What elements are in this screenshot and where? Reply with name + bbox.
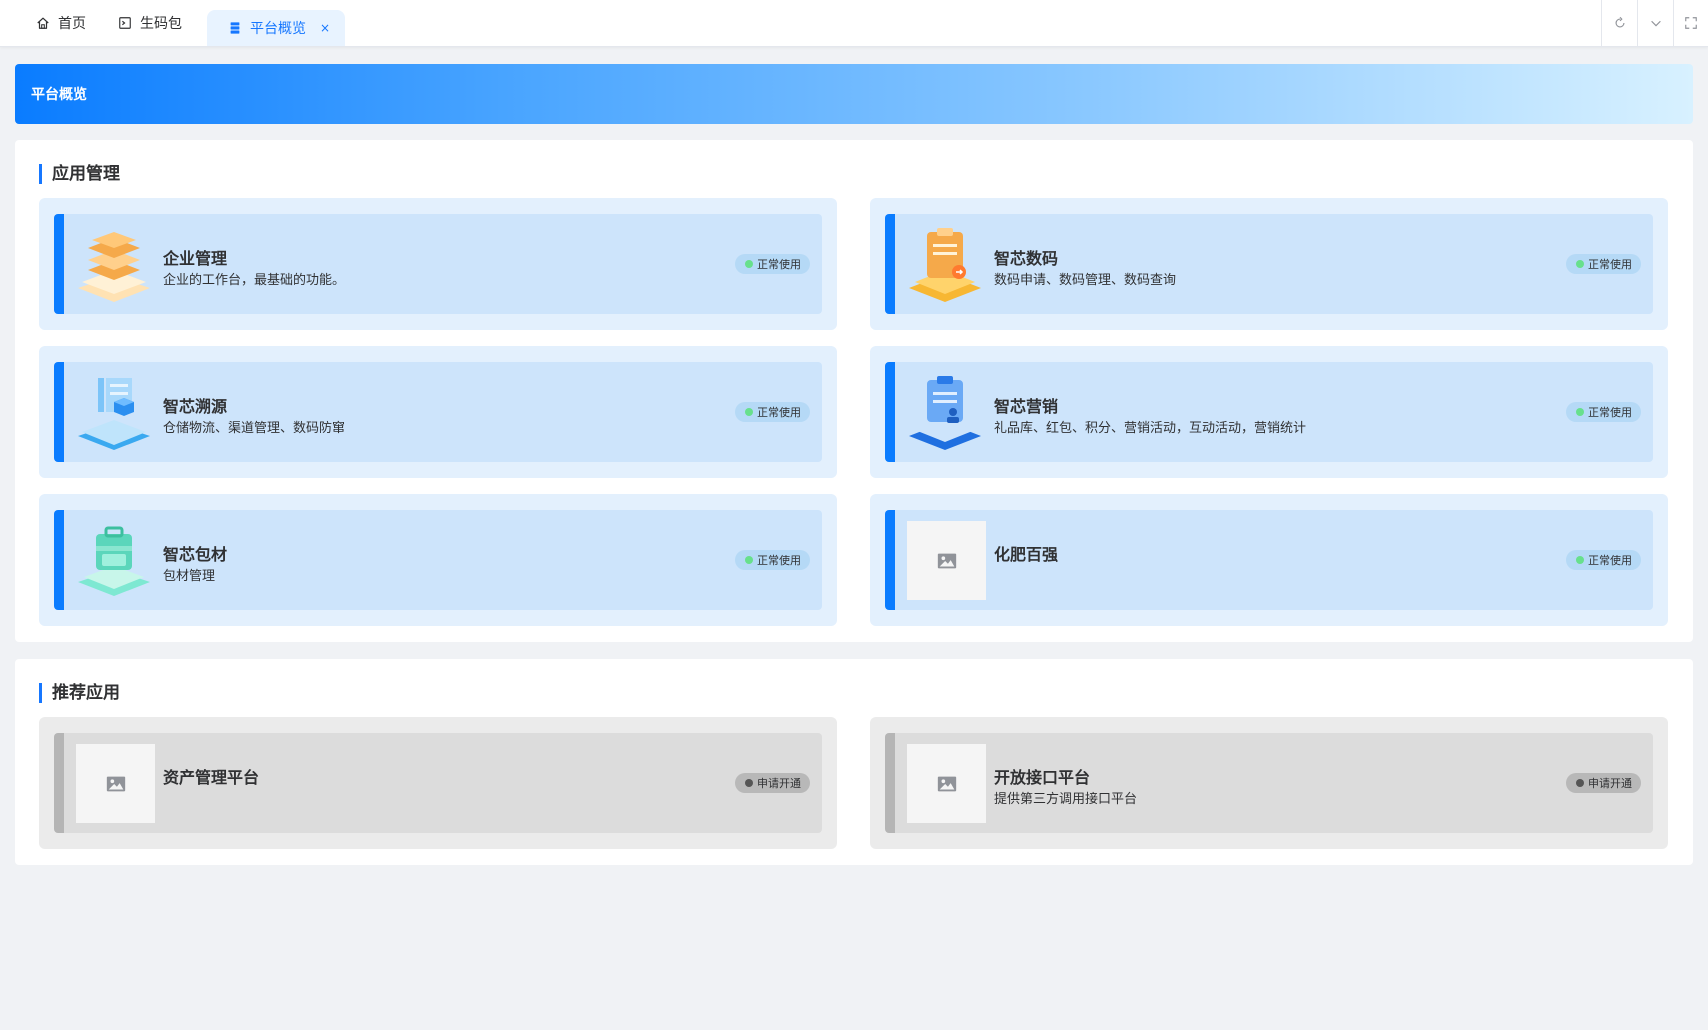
app-description: 包材管理	[163, 569, 216, 584]
card-body: 资产管理平台 申请开通	[54, 733, 822, 833]
section-title: 推荐应用	[39, 683, 120, 703]
tab-home[interactable]: 首页	[36, 0, 86, 46]
section-title: 应用管理	[39, 164, 120, 184]
page-header-banner: 平台概览	[15, 64, 1693, 124]
app-name: 开放接口平台	[994, 768, 1091, 787]
card-body: 企业管理 企业的工作台，最基础的功能。 正常使用	[54, 214, 822, 314]
status-dot	[745, 556, 753, 564]
image-icon	[937, 776, 956, 791]
card-body: 智芯包材 包材管理 正常使用	[54, 510, 822, 610]
card-body: 智芯溯源 仓储物流、渠道管理、数码防窜 正常使用	[54, 362, 822, 462]
tab-package-label: 生码包	[140, 16, 182, 32]
status-dot	[745, 779, 753, 787]
status-label: 正常使用	[1588, 258, 1632, 271]
marketing-clipboard-icon	[909, 376, 981, 450]
status-badge: 正常使用	[735, 254, 810, 274]
tab-package[interactable]: 生码包	[118, 0, 182, 46]
refresh-icon	[1615, 16, 1625, 28]
app-description: 数码申请、数码管理、数码查询	[994, 273, 1177, 288]
chevron-down-icon	[1650, 20, 1661, 27]
app-description: 礼品库、红包、积分、营销活动，互动活动，营销统计	[994, 421, 1307, 436]
status-dot	[1576, 779, 1584, 787]
status-dot	[1576, 408, 1584, 416]
status-badge: 正常使用	[735, 550, 810, 570]
card-body: 智芯营销 礼品库、红包、积分、营销活动，互动活动，营销统计 正常使用	[885, 362, 1653, 462]
app-card-enterprise[interactable]: 企业管理 企业的工作台，最基础的功能。 正常使用	[39, 198, 837, 330]
card-body: 智芯数码 数码申请、数码管理、数码查询 正常使用	[885, 214, 1653, 314]
app-name: 智芯包材	[163, 545, 228, 564]
status-badge[interactable]: 申请开通	[735, 773, 810, 793]
status-badge: 正常使用	[1566, 550, 1641, 570]
app-card-smart-code[interactable]: 智芯数码 数码申请、数码管理、数码查询 正常使用	[870, 198, 1668, 330]
tab-close-button[interactable]: ×	[320, 21, 330, 35]
status-dot	[745, 260, 753, 268]
fullscreen-button[interactable]	[1673, 0, 1708, 46]
status-label: 正常使用	[757, 554, 801, 567]
status-badge: 正常使用	[1566, 402, 1641, 422]
package-icon	[78, 526, 150, 596]
app-name: 企业管理	[163, 249, 228, 268]
warehouse-icon	[78, 378, 150, 450]
status-label: 申请开通	[757, 777, 801, 790]
app-description: 提供第三方调用接口平台	[994, 792, 1138, 807]
image-placeholder	[907, 744, 986, 823]
page-title: 平台概览	[31, 87, 87, 103]
tab-options-button[interactable]	[1637, 0, 1673, 46]
refresh-button[interactable]	[1601, 0, 1637, 46]
app-name: 智芯溯源	[163, 397, 228, 416]
tab-home-label: 首页	[58, 16, 86, 32]
card-body: 开放接口平台 提供第三方调用接口平台 申请开通	[885, 733, 1653, 833]
status-label: 正常使用	[757, 258, 801, 271]
status-label: 正常使用	[757, 406, 801, 419]
app-description: 仓储物流、渠道管理、数码防窜	[163, 421, 346, 436]
tab-active-label: 平台概览	[250, 21, 306, 37]
app-card-asset-management[interactable]: 资产管理平台 申请开通	[39, 717, 837, 849]
fullscreen-icon	[1685, 17, 1697, 29]
status-dot	[1576, 556, 1584, 564]
status-badge[interactable]: 申请开通	[1566, 773, 1641, 793]
app-card-open-api[interactable]: 开放接口平台 提供第三方调用接口平台 申请开通	[870, 717, 1668, 849]
status-label: 正常使用	[1588, 554, 1632, 567]
app-card-trace[interactable]: 智芯溯源 仓储物流、渠道管理、数码防窜 正常使用	[39, 346, 837, 478]
app-name: 智芯数码	[994, 249, 1059, 268]
status-label: 正常使用	[1588, 406, 1632, 419]
status-label: 申请开通	[1588, 777, 1632, 790]
layers-icon	[78, 232, 150, 302]
tab-platform-overview[interactable]: 平台概览 ×	[207, 10, 345, 46]
card-body: 化肥百强 正常使用	[885, 510, 1653, 610]
app-management-section: 应用管理 企业管理 企业的工作台，最基础的功能。 正常使用 智芯数码 数码申请、…	[15, 140, 1693, 642]
recommended-apps-section: 推荐应用 资产管理平台 申请开通 开放接口平台 提供第三方调用接口平台 申请开通	[15, 659, 1693, 865]
server-icon	[230, 22, 240, 34]
image-placeholder	[907, 521, 986, 600]
app-card-marketing[interactable]: 智芯营销 礼品库、红包、积分、营销活动，互动活动，营销统计 正常使用	[870, 346, 1668, 478]
app-card-packaging[interactable]: 智芯包材 包材管理 正常使用	[39, 494, 837, 626]
app-name: 化肥百强	[994, 545, 1059, 564]
status-badge: 正常使用	[1566, 254, 1641, 274]
app-description: 企业的工作台，最基础的功能。	[163, 273, 346, 288]
home-icon	[37, 17, 49, 29]
clipboard-icon	[909, 228, 981, 302]
app-name: 智芯营销	[994, 397, 1059, 416]
image-icon	[937, 553, 956, 568]
image-icon	[106, 776, 125, 791]
tab-bar: 首页 生码包 平台概览 ×	[0, 0, 1708, 47]
status-dot	[1576, 260, 1584, 268]
status-badge: 正常使用	[735, 402, 810, 422]
terminal-icon	[119, 17, 131, 29]
image-placeholder	[76, 744, 155, 823]
app-name: 资产管理平台	[163, 768, 260, 787]
app-card-fertilizer[interactable]: 化肥百强 正常使用	[870, 494, 1668, 626]
status-dot	[745, 408, 753, 416]
